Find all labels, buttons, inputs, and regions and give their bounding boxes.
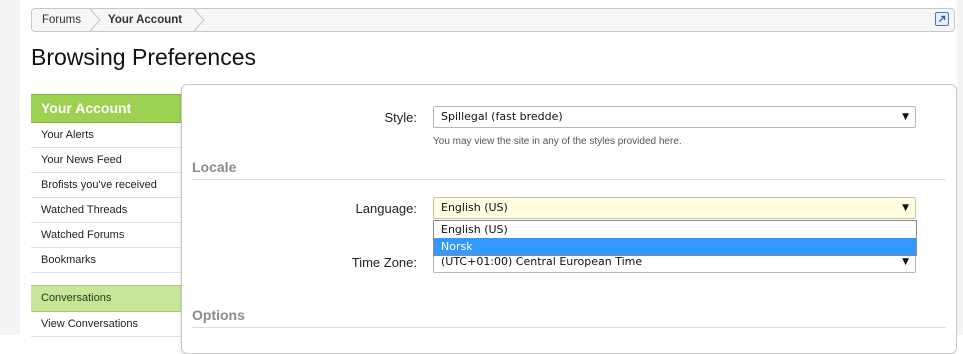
breadcrumb-item-your-account[interactable]: Your Account xyxy=(108,9,182,31)
sidebar-header-conversations[interactable]: Conversations xyxy=(31,285,182,312)
chevron-right-icon xyxy=(89,9,101,32)
language-dropdown-list: English (US) Norsk xyxy=(433,220,917,256)
page-title: Browsing Preferences xyxy=(31,44,256,70)
dropdown-arrow-icon: ▼ xyxy=(902,203,909,213)
section-title-locale: Locale xyxy=(192,159,237,175)
sidebar: Your Account Your Alerts Your News Feed … xyxy=(31,94,182,337)
dropdown-arrow-icon: ▼ xyxy=(902,112,909,122)
sidebar-item-bookmarks[interactable]: Bookmarks xyxy=(31,248,182,273)
language-select-value: English (US) xyxy=(441,201,508,214)
breadcrumb-item-forums[interactable]: Forums xyxy=(42,9,81,31)
timezone-select-value: (UTC+01:00) Central European Time xyxy=(441,255,643,268)
language-select[interactable]: English (US) ▼ xyxy=(433,197,916,219)
style-select-value: Spillegal (fast bredde) xyxy=(441,110,563,123)
style-hint: You may view the site in any of the styl… xyxy=(433,136,682,147)
language-label: Language: xyxy=(355,201,417,216)
sidebar-item-brofists[interactable]: Brofists you've received xyxy=(31,173,182,198)
timezone-label: Time Zone: xyxy=(351,255,417,270)
sidebar-header-your-account[interactable]: Your Account xyxy=(31,94,182,123)
chevron-right-icon xyxy=(193,9,205,32)
page-gutter-right xyxy=(957,0,963,335)
language-option-norsk[interactable]: Norsk xyxy=(434,238,916,255)
sidebar-item-watched-threads[interactable]: Watched Threads xyxy=(31,198,182,223)
sidebar-item-your-alerts[interactable]: Your Alerts xyxy=(31,123,182,148)
section-divider xyxy=(192,179,946,180)
sidebar-item-watched-forums[interactable]: Watched Forums xyxy=(31,223,182,248)
section-title-options: Options xyxy=(192,307,245,323)
sidebar-item-news-feed[interactable]: Your News Feed xyxy=(31,148,182,173)
style-label: Style: xyxy=(384,110,417,125)
style-select[interactable]: Spillegal (fast bredde) ▼ xyxy=(433,106,916,128)
language-option-english-us[interactable]: English (US) xyxy=(434,221,916,238)
breadcrumb: Forums Your Account xyxy=(31,8,955,32)
sidebar-item-view-conversations[interactable]: View Conversations xyxy=(31,312,182,337)
section-divider xyxy=(192,327,946,328)
page-gutter-left xyxy=(0,0,20,335)
popout-icon[interactable] xyxy=(935,12,949,26)
preferences-panel: Style: Spillegal (fast bredde) ▼ You may… xyxy=(181,84,957,354)
